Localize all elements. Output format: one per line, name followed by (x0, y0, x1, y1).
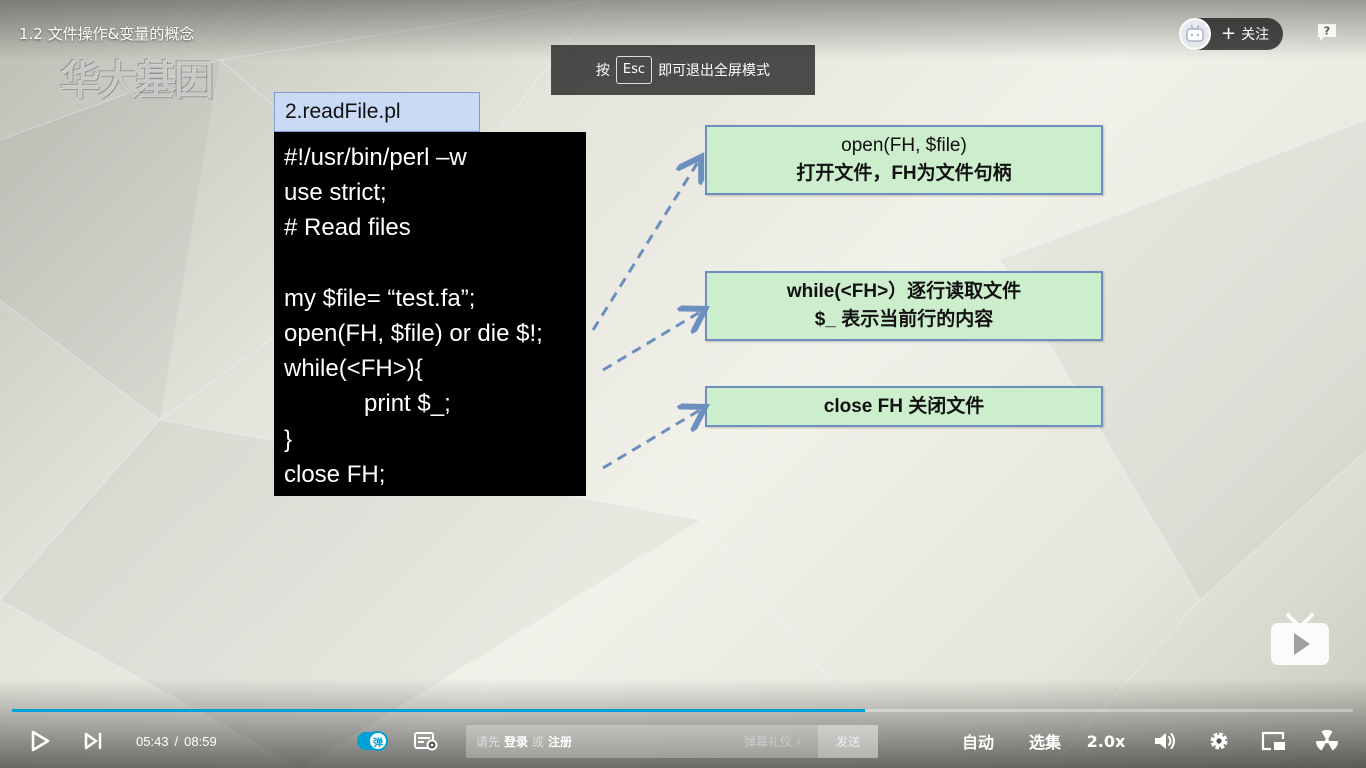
uploader-follow[interactable]: + 关注 (1179, 18, 1283, 50)
volume-icon (1155, 733, 1175, 749)
arrow-to-while (602, 312, 700, 372)
progress-bar[interactable] (12, 709, 1353, 712)
code-line: #!/usr/bin/perl –w (284, 144, 467, 171)
background-texture (0, 0, 1366, 768)
player-controls: 05:43 / 08:59 弹 请先 登录 或 注册 弹幕礼仪 › 发送 自动 … (0, 718, 1366, 764)
note-open: open(FH, $file) 打开文件，FH为文件句柄 (705, 125, 1103, 195)
note-open-line1: open(FH, $file) (841, 135, 967, 156)
next-button[interactable] (82, 718, 104, 764)
file-tab: 2.readFile.pl (274, 92, 480, 132)
duration: 08:59 (184, 733, 217, 749)
episodes-button[interactable]: 选集 (1025, 718, 1065, 764)
help-icon[interactable]: ? (1316, 22, 1338, 42)
esc-tip-suffix: 即可退出全屏模式 (658, 63, 771, 79)
danmaku-prompt-prefix: 请先 (476, 735, 501, 749)
play-icon (31, 730, 50, 752)
annotation-arrows (591, 0, 1366, 470)
plus-icon: + (1221, 23, 1237, 44)
svg-text:?: ? (1324, 25, 1330, 38)
note-close: close FH 关闭文件 (705, 386, 1103, 427)
avatar[interactable] (1179, 18, 1211, 50)
follow-button[interactable]: + 关注 (1221, 24, 1269, 44)
code-line: use strict; (284, 179, 387, 207)
danmaku-settings-button[interactable] (413, 718, 439, 764)
code-box: #!/usr/bin/perl –w use strict; # Read fi… (274, 132, 586, 496)
next-icon (84, 732, 102, 750)
danmaku-toggle-knob: 弹 (368, 731, 388, 751)
radiation-icon (1316, 730, 1338, 751)
note-while-line1: while(<FH>）逐行读取文件 (786, 281, 1022, 302)
progress-fill (12, 709, 865, 712)
arrow-to-close (602, 410, 700, 470)
speed-button[interactable]: 2.0x (1087, 718, 1126, 764)
current-time: 05:43 (136, 733, 169, 749)
note-close-line1: close FH 关闭文件 (823, 395, 985, 417)
follow-label: 关注 (1241, 27, 1270, 43)
esc-key: Esc (615, 56, 653, 84)
esc-tip-prefix: 按 (595, 63, 610, 79)
video-title: 1.2 文件操作&变量的概念 (19, 25, 195, 43)
code-line: my $file= “test.fa”; (284, 284, 476, 312)
picture-in-picture-button[interactable] (1260, 718, 1288, 764)
fullscreen-exit-tip: 按 Esc 即可退出全屏模式 (551, 45, 815, 95)
time-display: 05:43 / 08:59 (136, 718, 217, 764)
bilibili-tv-icon (1271, 613, 1329, 665)
tv-mascot-icon (1186, 24, 1204, 42)
settings-button[interactable] (1206, 718, 1232, 764)
note-while-line2: $_ 表示当前行的内容 (814, 309, 994, 330)
send-button[interactable]: 发送 (818, 725, 878, 758)
danmaku-etiquette-link[interactable]: 弹幕礼仪 › (744, 725, 801, 758)
volume-button[interactable] (1152, 718, 1178, 764)
danmaku-or: 或 (532, 735, 545, 749)
pip-icon (1261, 731, 1285, 751)
danmaku-login-link[interactable]: 登录 (504, 733, 528, 750)
code-line: # Read files (284, 214, 411, 242)
auto-quality-button[interactable]: 自动 (958, 718, 998, 764)
time-separator: / (174, 733, 179, 749)
note-while: while(<FH>）逐行读取文件 $_ 表示当前行的内容 (705, 271, 1103, 341)
code-line: while(<FH>){ (284, 355, 423, 383)
code-line: } (284, 425, 293, 453)
arrow-to-open (591, 162, 698, 331)
watermark-logo: 华大基因 (60, 58, 214, 104)
fullscreen-button[interactable] (1314, 718, 1340, 764)
gear-icon (1210, 732, 1228, 750)
note-open-line2: 打开文件，FH为文件句柄 (796, 163, 1012, 184)
danmaku-toggle[interactable]: 弹 (357, 731, 388, 751)
code-line: open(FH, $file) or die $!; (284, 319, 543, 347)
danmaku-register-link[interactable]: 注册 (548, 733, 572, 750)
play-button[interactable] (28, 718, 52, 764)
code-line: close FH; (284, 460, 386, 488)
code-line: print $_; (284, 390, 451, 418)
danmaku-settings-icon (414, 732, 438, 751)
